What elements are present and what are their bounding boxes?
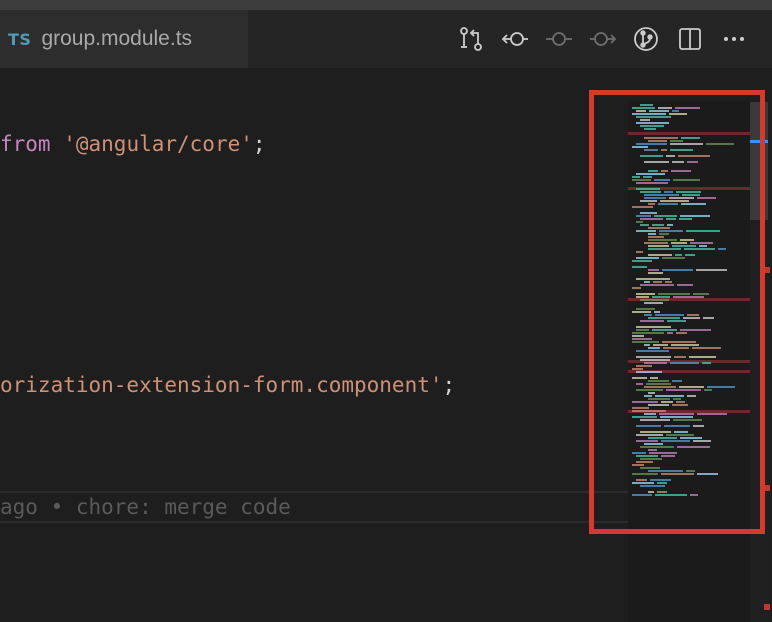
- current-commit-icon: [543, 24, 575, 54]
- compare-changes-icon[interactable]: [455, 24, 487, 54]
- import-path-string: '@angular/core': [63, 132, 253, 156]
- code-editor[interactable]: from '@angular/core'; orization-extensio…: [0, 68, 628, 622]
- more-actions-icon[interactable]: [718, 24, 750, 54]
- typescript-file-icon: TS: [8, 29, 32, 49]
- tab-title: group.module.ts: [41, 27, 193, 50]
- code-line-component-import: orization-extension-form.component';: [0, 373, 455, 397]
- editor-actions: [455, 10, 772, 68]
- git-blame-annotation: ago • chore: merge code: [0, 495, 291, 519]
- overview-ruler-marker: [764, 604, 770, 610]
- code-line-import: from '@angular/core';: [0, 132, 266, 156]
- split-editor-icon[interactable]: [674, 24, 706, 54]
- next-change-icon: [587, 24, 619, 54]
- semicolon: ;: [252, 132, 266, 156]
- component-path-string: orization-extension-form.component': [0, 373, 443, 397]
- keyword-from: from: [0, 132, 51, 156]
- highlight-annotation-box: [589, 90, 765, 534]
- previous-change-icon[interactable]: [499, 24, 531, 54]
- semicolon: ;: [442, 373, 456, 397]
- title-bar-strip: [0, 0, 772, 10]
- tab-group-module[interactable]: TS group.module.ts: [0, 10, 248, 68]
- git-graph-icon[interactable]: [630, 24, 662, 54]
- editor-tab-bar: TS group.module.ts: [0, 10, 772, 68]
